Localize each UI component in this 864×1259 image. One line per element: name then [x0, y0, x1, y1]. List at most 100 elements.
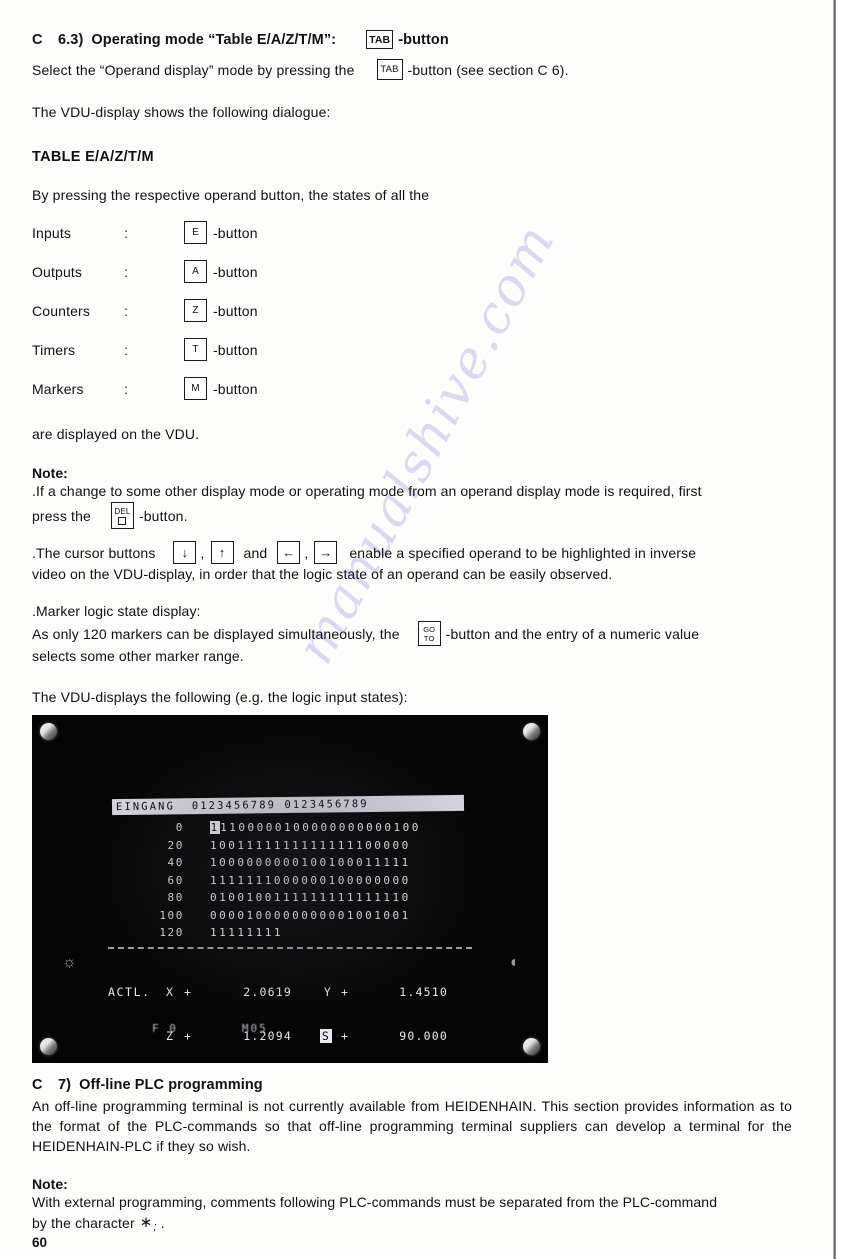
note-2-after: .: [160, 1214, 165, 1231]
table-row: 120 11111111: [130, 926, 470, 944]
cursor-buttons-line: .The cursor buttons ↓ , ↑ and ← , → enab…: [32, 541, 792, 564]
vdu-photo: ☼ ◖ EINGANG 0123456789 0123456789 0 1110…: [32, 715, 548, 1063]
axis-name-x: X: [166, 985, 175, 999]
row-bits: 1001111111111111100000: [210, 838, 411, 852]
marker-line-2: selects some other marker range.: [32, 648, 244, 664]
operand-suffix: -button: [213, 380, 258, 397]
arrow-right-icon[interactable]: →: [314, 541, 338, 564]
axis-sign-y: +: [340, 985, 350, 999]
cursor-and-word: and: [243, 544, 268, 561]
operand-colon: :: [124, 302, 129, 319]
operand-key-t[interactable]: T: [184, 338, 207, 361]
operand-colon: :: [124, 341, 129, 358]
marker-text-before: As only 120 markers can be displayed sim…: [32, 625, 400, 642]
operand-colon: :: [124, 263, 129, 280]
page-number: 60: [32, 1235, 48, 1250]
row-bits: 0000100000000001001001: [210, 908, 411, 922]
goto-key-cap[interactable]: GO TO: [417, 621, 441, 646]
operand-row-counters: Counters : Z -button: [32, 291, 792, 330]
tab-key-suffix: -button: [398, 31, 449, 48]
row-bits: 11100000100000000000100: [210, 821, 421, 834]
axis-value-x: 2.0619: [243, 985, 292, 999]
row-index: 0: [175, 821, 184, 834]
table-row: 40 1000000000100100011111: [130, 856, 470, 874]
status-line-1: ACTL. X + 2.0619 Y + 1.4510: [108, 985, 480, 1001]
screw-icon-bottom-left: [40, 1038, 57, 1055]
table-row: 100 0000100000000001001001: [130, 909, 470, 927]
cursor-comma-1: ,: [200, 544, 205, 561]
note-1-line-2: press the DEL -button.: [32, 502, 792, 529]
row-bits: 11111111: [210, 926, 283, 939]
brightness-knob-icon[interactable]: ☼: [62, 955, 77, 971]
note-1-line-2-before: press the: [32, 507, 91, 524]
operand-label: Inputs: [32, 224, 72, 241]
goto-key-label-top: GO: [423, 624, 436, 634]
axis-value-y: 1.4510: [399, 985, 448, 999]
section-number: C: [32, 31, 43, 48]
operand-suffix: -button: [213, 341, 258, 358]
screw-icon-bottom-right: [523, 1038, 540, 1055]
table-title: TABLE E/A/Z/T/M: [32, 148, 154, 165]
m-code-value: M05: [241, 1022, 268, 1035]
operand-key-e[interactable]: E: [184, 221, 207, 244]
contrast-knob-icon[interactable]: ◖: [508, 955, 518, 971]
operand-key-z[interactable]: Z: [184, 299, 207, 322]
section-heading-c7: C 7) Off-line PLC programming: [32, 1077, 792, 1093]
tab-key-cap[interactable]: TAB: [366, 30, 394, 49]
screw-icon-top-right: [523, 723, 540, 740]
arrow-up-icon[interactable]: ↑: [210, 541, 234, 564]
table-row: 20 1001111111111111100000: [130, 839, 470, 857]
operand-suffix: -button: [213, 224, 258, 241]
operand-label: Outputs: [32, 263, 83, 280]
cursor-text-before: .The cursor buttons: [32, 544, 156, 561]
row-bits: 1000000000100100011111: [210, 856, 411, 869]
marker-text-after: -button and the entry of a numeric value: [445, 625, 700, 642]
operand-label: Timers: [32, 341, 76, 358]
row-index: 120: [159, 926, 184, 939]
cursor-text-after: enable a specified operand to be highlig…: [349, 544, 697, 561]
tab-key-cap-inline[interactable]: TAB: [376, 59, 403, 80]
note-1-heading: Note:: [32, 464, 68, 481]
section-title: Operating mode “Table E/A/Z/T/M”:: [91, 31, 337, 48]
operand-list: Inputs : E -button Outputs : A -button C…: [32, 213, 792, 408]
note-1-line-2-after: -button.: [138, 507, 188, 524]
operand-suffix: -button: [213, 263, 258, 280]
row-bits: 1111111000000100000000: [210, 873, 411, 887]
row-index: 60: [167, 873, 184, 887]
scan-margin: [836, 0, 864, 1259]
operand-label: Counters: [32, 302, 91, 319]
status-label: ACTL.: [108, 985, 151, 999]
section-number: C: [32, 1077, 43, 1093]
dialogue-line: The VDU-display shows the following dial…: [32, 104, 331, 120]
operand-row-markers: Markers : M -button: [32, 369, 792, 408]
arrow-down-icon[interactable]: ↓: [173, 541, 197, 564]
del-key-cap[interactable]: DEL: [110, 502, 134, 529]
operand-suffix: -button: [213, 302, 258, 319]
note-2-heading: Note:: [32, 1176, 68, 1192]
operand-row-timers: Timers : T -button: [32, 330, 792, 369]
note-2-body-1: With external programming, comments foll…: [32, 1194, 718, 1210]
operand-colon: :: [124, 380, 129, 397]
row-index: 100: [159, 908, 184, 922]
document-page: manualshive.com C 6.3) Operating mode “T…: [0, 0, 864, 1259]
section-title: Off-line PLC programming: [79, 1077, 263, 1093]
page-content: C 6.3) Operating mode “Table E/A/Z/T/M”:…: [32, 30, 792, 1233]
note-2-before: by the character: [32, 1214, 135, 1231]
arrow-left-icon[interactable]: ←: [277, 541, 301, 564]
section-heading-c63: C 6.3) Operating mode “Table E/A/Z/T/M”:…: [32, 30, 792, 49]
operand-key-m[interactable]: M: [184, 377, 207, 400]
row-index: 80: [167, 891, 184, 904]
goto-key-label-bottom: TO: [423, 633, 435, 643]
vdu-header-row: EINGANG 0123456789 0123456789: [111, 794, 465, 816]
operand-colon: :: [124, 224, 129, 241]
section-subnumber: 7): [58, 1077, 72, 1093]
screw-icon-top-left: [40, 723, 57, 740]
table-row: 60 1111111000000100000000: [130, 874, 470, 892]
asterisk-icon: ∗: [139, 1213, 153, 1231]
note-2-body-2: by the character ∗ ; .: [32, 1213, 792, 1233]
axis-name-y: Y: [323, 985, 332, 999]
square-icon: [118, 517, 127, 526]
section-subnumber: 6.3): [58, 31, 84, 48]
operand-key-a[interactable]: A: [184, 260, 207, 283]
row-index: 20: [167, 838, 184, 852]
